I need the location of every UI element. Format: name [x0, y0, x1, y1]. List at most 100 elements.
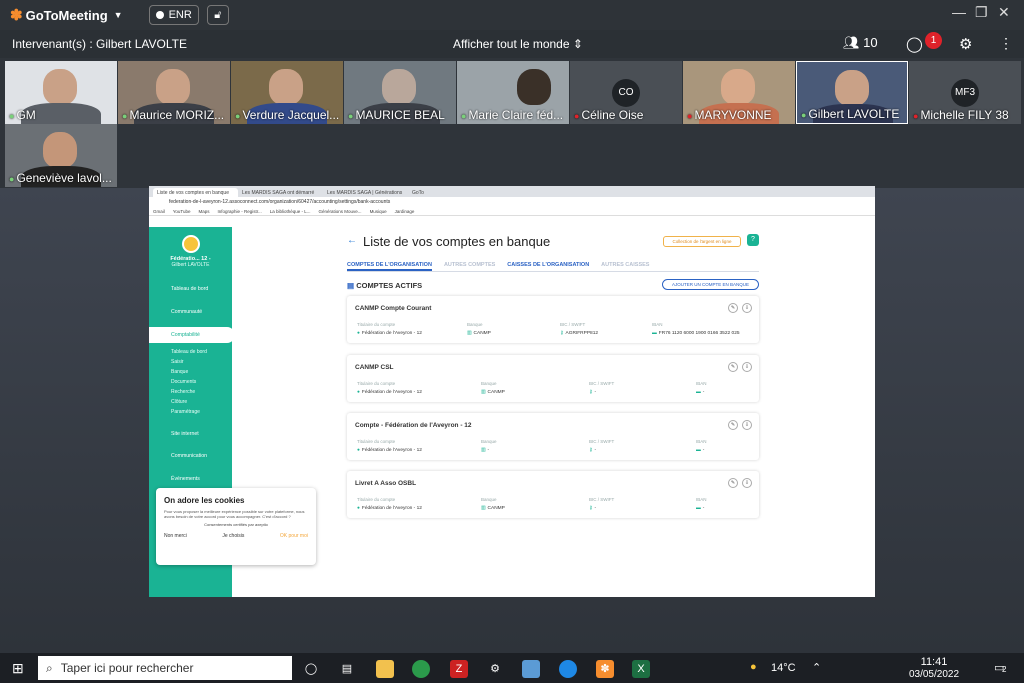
sidebar-item-community[interactable]: Communauté [149, 309, 232, 315]
participant-name: ● Marie Claire féd... [461, 108, 563, 122]
edit-icon[interactable]: ✎ [728, 303, 738, 313]
participant-tile[interactable]: ● Geneviève lavol... [5, 124, 117, 187]
participants-button[interactable]: 👥︎ 10 [843, 35, 878, 51]
bookmark[interactable]: Gmail [153, 209, 165, 214]
tab-other-accounts[interactable]: AUTRES COMPTES [444, 262, 495, 271]
subitem[interactable]: Tableau de bord [171, 347, 207, 357]
participant-tile[interactable]: ● MAURICE BEAL [344, 61, 456, 124]
download-icon[interactable]: ⇩ [742, 362, 752, 372]
widgets-icon[interactable]: ▤ [338, 660, 356, 678]
filezilla-icon[interactable]: Z [450, 660, 468, 678]
account-tabs: COMPTES DE L'ORGANISATION AUTRES COMPTES… [347, 262, 759, 272]
download-icon[interactable]: ⇩ [742, 303, 752, 313]
account-card[interactable]: CANMP Compte Courant ✎ ⇩ Titulaire du co… [347, 296, 759, 343]
browser-tab[interactable]: Les MARDIS SAGA ont démarré [238, 188, 323, 197]
video-feed [43, 69, 77, 105]
participant-tile-active[interactable]: ● Gilbert LAVOLTE [796, 61, 908, 124]
sidebar-item-accounting[interactable]: Comptabilité [149, 327, 235, 343]
collect-money-button[interactable]: Collection de l'argent en ligne [663, 236, 741, 247]
participant-tile[interactable]: ● Marie Claire féd... [457, 61, 569, 124]
participant-tile[interactable]: ● Verdure Jacquel... [231, 61, 343, 124]
task-view-icon[interactable]: ◯ [302, 660, 320, 678]
edit-icon[interactable]: ✎ [728, 362, 738, 372]
mic-icon: ● [461, 111, 467, 121]
chevron-up-icon[interactable]: ⌃ [812, 661, 821, 674]
subitem[interactable]: Saisir [171, 357, 207, 367]
subitem[interactable]: Recherche [171, 387, 207, 397]
subitem[interactable]: Paramétrage [171, 407, 207, 417]
excel-icon[interactable]: X [632, 660, 650, 678]
cookie-choose-button[interactable]: Je choisis [222, 533, 244, 539]
key-icon: ⚷ [589, 506, 593, 511]
subitem[interactable]: Banque [171, 367, 207, 377]
participant-tile[interactable]: ● Maurice MORIZ... [118, 61, 230, 124]
search-icon: ⌕ [46, 660, 53, 675]
mic-muted-icon: ● [913, 111, 919, 121]
account-card[interactable]: Livret A Asso OSBL ✎ ⇩ Titulaire du comp… [347, 471, 759, 518]
clock-date[interactable]: 03/05/2022 [902, 669, 966, 680]
page-title: Liste de vos comptes en banque [363, 234, 551, 249]
sidebar-item-website[interactable]: Site internet [149, 431, 232, 437]
bookmark[interactable]: Maps [198, 209, 209, 214]
subitem[interactable]: Clôture [171, 397, 207, 407]
restore-icon[interactable]: ❐ [975, 4, 988, 21]
participant-tile[interactable]: CO ● Céline Oise [570, 61, 682, 124]
app-menu[interactable]: ✽ GoToMeeting ▼ [10, 6, 123, 24]
chrome-icon[interactable] [412, 660, 430, 678]
video-feed [43, 132, 77, 168]
cookie-accept-button[interactable]: OK pour moi [280, 533, 308, 539]
account-card[interactable]: Compte - Fédération de l'Aveyron - 12 ✎ … [347, 413, 759, 460]
browser-tab[interactable]: Liste de vos comptes en banque [153, 188, 238, 197]
browser-tab[interactable]: Les MARDIS SAGA | Générations [323, 188, 408, 197]
bookmark[interactable]: Jardinage [395, 209, 415, 214]
sidebar-item-dashboard[interactable]: Tableau de bord [149, 286, 232, 292]
more-options-icon[interactable]: ⋮ [999, 35, 1013, 52]
add-account-button[interactable]: AJOUTER UN COMPTE EN BANQUE [662, 279, 759, 290]
gear-icon[interactable]: ⚙ [959, 35, 972, 53]
record-button[interactable]: ENR [148, 5, 199, 25]
shared-screen[interactable]: Liste de vos comptes en banque Les MARDI… [149, 186, 875, 597]
field-value: ⚷ - [589, 448, 596, 453]
participant-tile[interactable]: ● GM [5, 61, 117, 124]
app-icon[interactable] [522, 660, 540, 678]
download-icon[interactable]: ⇩ [742, 420, 752, 430]
edit-icon[interactable]: ✎ [728, 420, 738, 430]
account-card[interactable]: CANMP CSL ✎ ⇩ Titulaire du compte Banque… [347, 355, 759, 402]
chat-icon[interactable]: ◯ [906, 35, 923, 53]
back-arrow-icon[interactable]: ← [347, 235, 357, 246]
edit-icon[interactable]: ✎ [728, 478, 738, 488]
minimize-icon[interactable]: — [952, 4, 966, 20]
help-button[interactable]: ? [747, 234, 759, 246]
name-text: Michelle FILY 38 [920, 108, 1009, 122]
iban-value: - [702, 390, 705, 395]
sidebar-item-events[interactable]: Événements [149, 476, 232, 482]
participant-name: ● MARYVONNE [687, 108, 772, 122]
bookmark[interactable]: La bibliothèque - L... [270, 209, 311, 214]
bookmark[interactable]: YouTube [173, 209, 191, 214]
card-icon: ▬ [696, 506, 701, 511]
close-icon[interactable]: ✕ [998, 4, 1010, 21]
bookmark[interactable]: Infographie - Registr... [217, 209, 261, 214]
participant-tile[interactable]: ● MARYVONNE [683, 61, 795, 124]
settings-icon[interactable]: ⚙ [486, 660, 504, 678]
show-all-dropdown[interactable]: Afficher tout le monde ⇕ [453, 37, 583, 51]
participant-tile[interactable]: MF3 ● Michelle FILY 38 [909, 61, 1021, 124]
taskbar-search[interactable]: ⌕ Taper ici pour rechercher [38, 656, 292, 680]
bookmark[interactable]: Musique [370, 209, 387, 214]
lock-button[interactable]: 🔓︎ [206, 5, 229, 25]
subitem[interactable]: Documents [171, 377, 207, 387]
windows-start-icon[interactable]: ⊞ [12, 660, 24, 677]
sidebar-item-communication[interactable]: Communication [149, 453, 232, 459]
browser-tab[interactable]: GoTo [408, 188, 448, 197]
cookie-reject-button[interactable]: Non merci [164, 533, 187, 539]
tab-other-cash[interactable]: AUTRES CAISSES [601, 262, 649, 271]
gotomeeting-icon[interactable]: ✽ [596, 660, 614, 678]
clock-time[interactable]: 11:41 [914, 656, 954, 668]
tab-org-accounts[interactable]: COMPTES DE L'ORGANISATION [347, 262, 432, 271]
tab-org-cash[interactable]: CAISSES DE L'ORGANISATION [507, 262, 589, 271]
file-explorer-icon[interactable] [376, 660, 394, 678]
edge-icon[interactable] [559, 660, 577, 678]
download-icon[interactable]: ⇩ [742, 478, 752, 488]
address-bar[interactable]: federation-de-l-aveyron-12.assoconnect.c… [149, 197, 875, 207]
bookmark[interactable]: Générations Mouve... [319, 209, 362, 214]
